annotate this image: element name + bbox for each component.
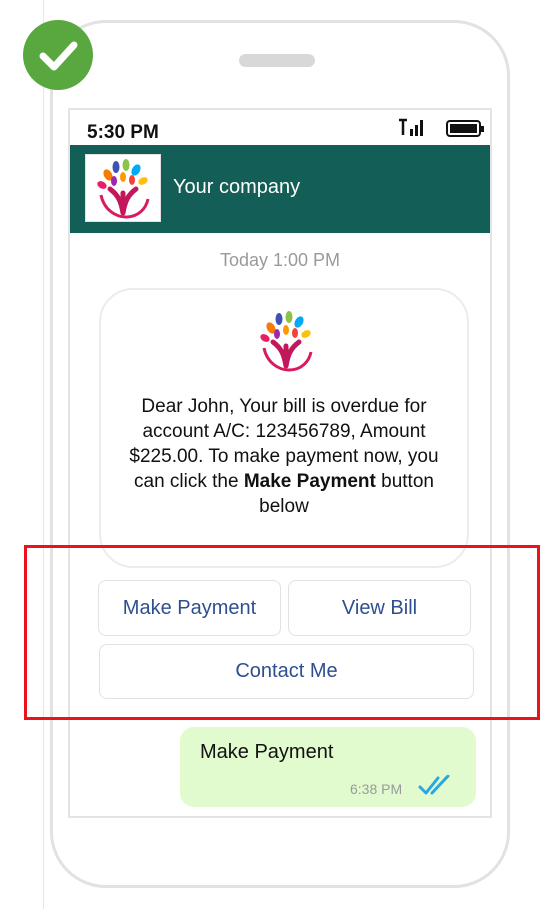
chat-header: Your company bbox=[70, 145, 490, 233]
company-name: Your company bbox=[173, 176, 301, 198]
message-text-bold: Make Payment bbox=[243, 471, 376, 492]
phone-speaker bbox=[239, 54, 315, 67]
check-circle-icon bbox=[23, 20, 93, 90]
reply-time: 6:38 PM bbox=[350, 781, 403, 797]
left-divider bbox=[43, 0, 44, 909]
signal-icon bbox=[398, 118, 424, 143]
message-text: Dear John, Your bill is overdue for acco… bbox=[121, 394, 447, 519]
tree-logo-icon bbox=[85, 154, 161, 222]
status-time: 5:30 PM bbox=[87, 122, 159, 143]
double-check-icon bbox=[418, 774, 454, 802]
battery-icon bbox=[446, 120, 486, 143]
reply-text: Make Payment bbox=[200, 741, 334, 763]
tree-logo-icon bbox=[253, 304, 319, 379]
reply-bubble: Make Payment 6:38 PM bbox=[180, 727, 476, 807]
message-timestamp: Today 1:00 PM bbox=[219, 250, 341, 270]
highlight-box bbox=[24, 545, 540, 720]
message-card: Dear John, Your bill is overdue for acco… bbox=[99, 288, 469, 568]
